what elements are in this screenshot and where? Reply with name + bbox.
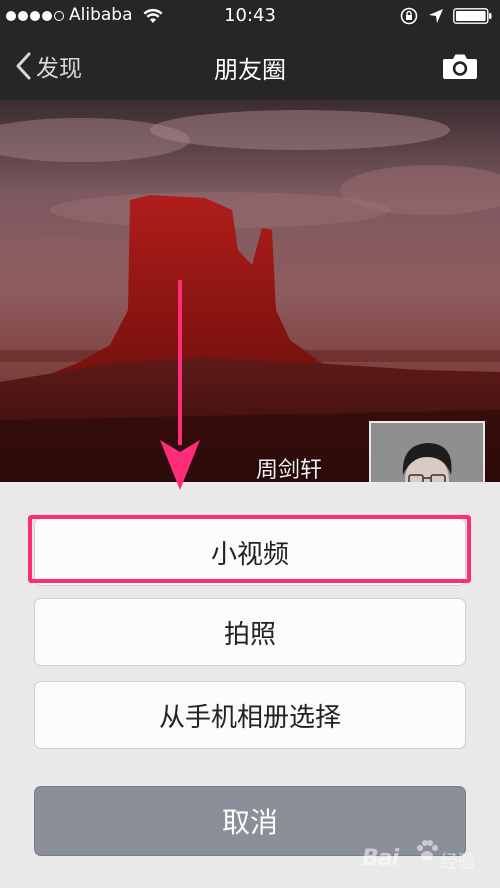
clock: 10:43 xyxy=(224,5,276,26)
navigation-bar: 发现 朋友圈 xyxy=(0,32,500,100)
orientation-lock-icon xyxy=(400,7,418,25)
avatar[interactable] xyxy=(369,421,485,482)
cancel-button[interactable]: 取消 xyxy=(34,786,466,856)
user-name: 周剑轩 xyxy=(256,458,323,482)
battery-icon xyxy=(453,8,492,24)
location-arrow-icon xyxy=(429,9,443,23)
camera-icon[interactable] xyxy=(442,52,478,80)
short-video-button[interactable]: 小视频 xyxy=(34,518,466,586)
cover-photo[interactable]: 周剑轩 xyxy=(0,100,500,482)
take-photo-button[interactable]: 拍照 xyxy=(34,598,466,666)
choose-from-album-button[interactable]: 从手机相册选择 xyxy=(34,681,466,749)
avatar-photo xyxy=(371,423,483,482)
action-sheet: 小视频 拍照 从手机相册选择 取消 xyxy=(0,482,500,888)
status-bar: Alibaba 10:43 xyxy=(0,0,500,32)
page-title: 朋友圈 xyxy=(214,56,286,84)
